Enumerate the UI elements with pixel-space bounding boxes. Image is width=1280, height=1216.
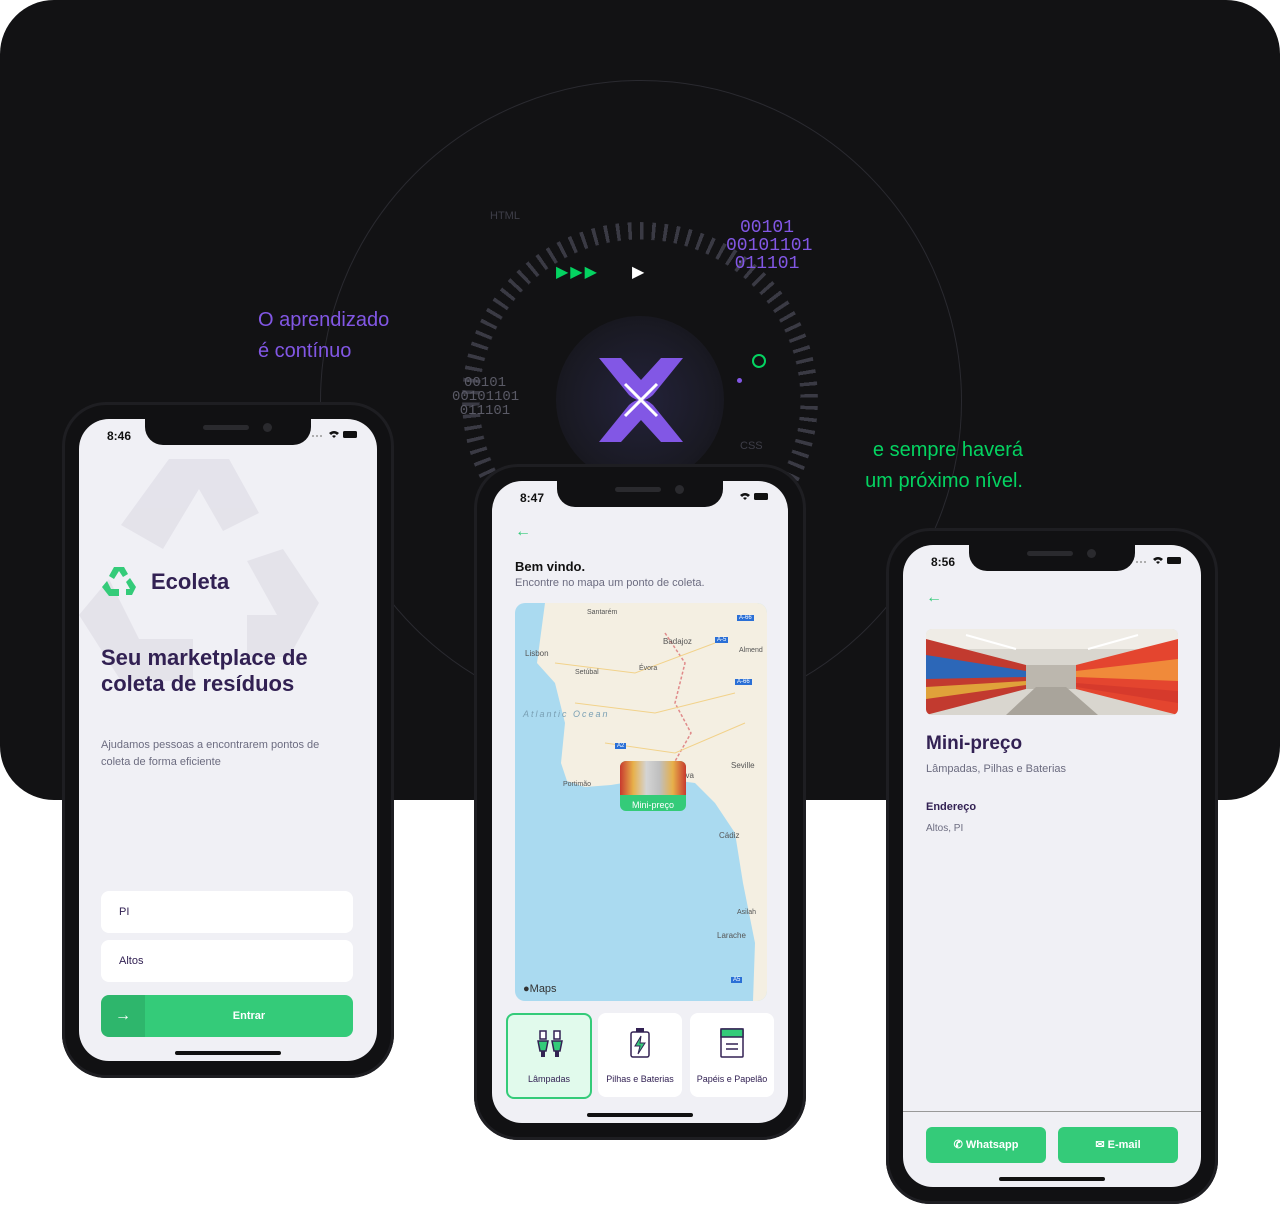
footer-divider [903, 1111, 1201, 1112]
arrow-right-icon: → [101, 995, 145, 1037]
road-badge: A-66 [737, 615, 754, 621]
map-marker-mini-preco[interactable]: Mini-preço [620, 761, 686, 811]
address-value: Altos, PI [926, 823, 964, 834]
phone-home: 8:46 Ecoleta Seu marketplace de coleta d… [62, 402, 394, 1078]
map-label: Cádiz [719, 831, 740, 840]
html-tag: HTML [490, 210, 520, 222]
map-label: Badajoz [663, 637, 692, 646]
map-label: Seville [731, 761, 755, 770]
detail-screen: 8:56 ← Mini-preço Lâmpadas, Pilhas e Bat… [903, 545, 1201, 1187]
category-papeis[interactable]: Papéis e Papelão [690, 1013, 774, 1097]
welcome-subtitle: Encontre no mapa um ponto de coleta. [515, 577, 705, 589]
home-screen: 8:46 Ecoleta Seu marketplace de coleta d… [79, 419, 377, 1061]
headline: Seu marketplace de coleta de resíduos [101, 645, 308, 696]
back-arrow-icon[interactable]: ← [926, 589, 942, 607]
quote-right: e sempre haverá um próximo nível. [865, 439, 1023, 492]
map-label: Santarém [587, 609, 618, 616]
binary-left: 00101 00101101 011101 [452, 375, 520, 419]
road-badge: A5 [731, 977, 743, 983]
point-photo [926, 629, 1178, 715]
map-view[interactable]: Santarém Badajoz Lisbon Setúbal Évora Al… [515, 603, 767, 1001]
status-icons [312, 431, 357, 438]
point-items: Lâmpadas, Pilhas e Baterias [926, 763, 1067, 775]
home-indicator [587, 1113, 693, 1117]
welcome-title: Bem vindo. [515, 559, 586, 574]
notch [969, 545, 1135, 571]
category-pilhas[interactable]: Pilhas e Baterias [598, 1013, 682, 1097]
whatsapp-icon: ✆ [953, 1139, 963, 1151]
enter-button-label: Entrar [232, 1010, 266, 1022]
status-icons [1136, 557, 1181, 564]
enter-button[interactable]: → Entrar [101, 995, 353, 1037]
map-label: Atlantic Ocean [523, 709, 610, 719]
status-time: 8:56 [931, 555, 956, 569]
maps-attribution: ●Maps [523, 983, 557, 995]
map-label: Almend [739, 647, 763, 654]
home-indicator [999, 1177, 1105, 1181]
supermarket-image [926, 629, 1178, 715]
road-badge: A2 [615, 743, 627, 749]
description: Ajudamos pessoas a encontrarem pontos de… [101, 739, 320, 768]
apple-icon: ● [523, 983, 530, 995]
rocketseat-x-logo [599, 358, 683, 442]
whatsapp-label: Whatsapp [965, 1139, 1019, 1151]
whatsapp-button[interactable]: ✆ Whatsapp [926, 1127, 1046, 1163]
road-badge: A-5 [715, 637, 729, 643]
marker-thumbnail [620, 761, 686, 795]
lamp-icon [537, 1030, 563, 1057]
road-badge: A-66 [735, 679, 752, 685]
point-name: Mini-preço [926, 733, 1023, 754]
phone-detail: 8:56 ← Mini-preço Lâmpadas, Pilhas e Bat… [886, 528, 1218, 1204]
status-time: 8:46 [107, 429, 132, 443]
marker-label: Mini-preço [631, 800, 674, 810]
home-indicator [175, 1051, 281, 1055]
status-icons [740, 493, 768, 500]
ring-dot-icon [752, 354, 766, 368]
recycle-icon [102, 567, 136, 596]
mail-icon: ✉ [1095, 1139, 1105, 1151]
paper-icon [720, 1028, 744, 1058]
category-label: Pilhas e Baterias [606, 1074, 674, 1084]
map-label: Setúbal [575, 669, 599, 676]
category-lampadas[interactable]: Lâmpadas [506, 1013, 592, 1099]
notch [557, 481, 723, 507]
email-label: E-mail [1107, 1139, 1141, 1151]
back-arrow-icon[interactable]: ← [515, 523, 531, 541]
map-label: Asilah [737, 909, 757, 916]
phone-map: 8:47 ← Bem vindo. Encontre no mapa um po… [474, 464, 806, 1140]
status-time: 8:47 [520, 491, 545, 505]
binary-top: 00101 00101101 011101 [726, 218, 813, 274]
email-button[interactable]: ✉ E-mail [1058, 1127, 1178, 1163]
category-label: Lâmpadas [527, 1074, 571, 1084]
app-name: Ecoleta [151, 569, 230, 594]
category-label: Papéis e Papelão [696, 1074, 768, 1084]
notch [145, 419, 311, 445]
address-title: Endereço [926, 801, 977, 813]
map-label: Larache [717, 931, 746, 940]
map-screen: 8:47 ← Bem vindo. Encontre no mapa um po… [492, 481, 788, 1123]
arrows-icon: ▶▶▶ [556, 264, 599, 281]
map-label: Portimão [563, 781, 592, 788]
map-label: Évora [639, 665, 658, 672]
play-icon: ▶ [632, 264, 645, 281]
brand: Ecoleta [101, 565, 229, 599]
small-dot-icon [737, 378, 742, 383]
css-tag: CSS [740, 440, 763, 452]
uf-input[interactable]: PI [101, 891, 353, 933]
battery-icon [630, 1028, 650, 1058]
city-input[interactable]: Altos [101, 940, 353, 982]
quote-left: O aprendizado é contínuo [258, 309, 390, 362]
map-label: Lisbon [525, 649, 549, 658]
